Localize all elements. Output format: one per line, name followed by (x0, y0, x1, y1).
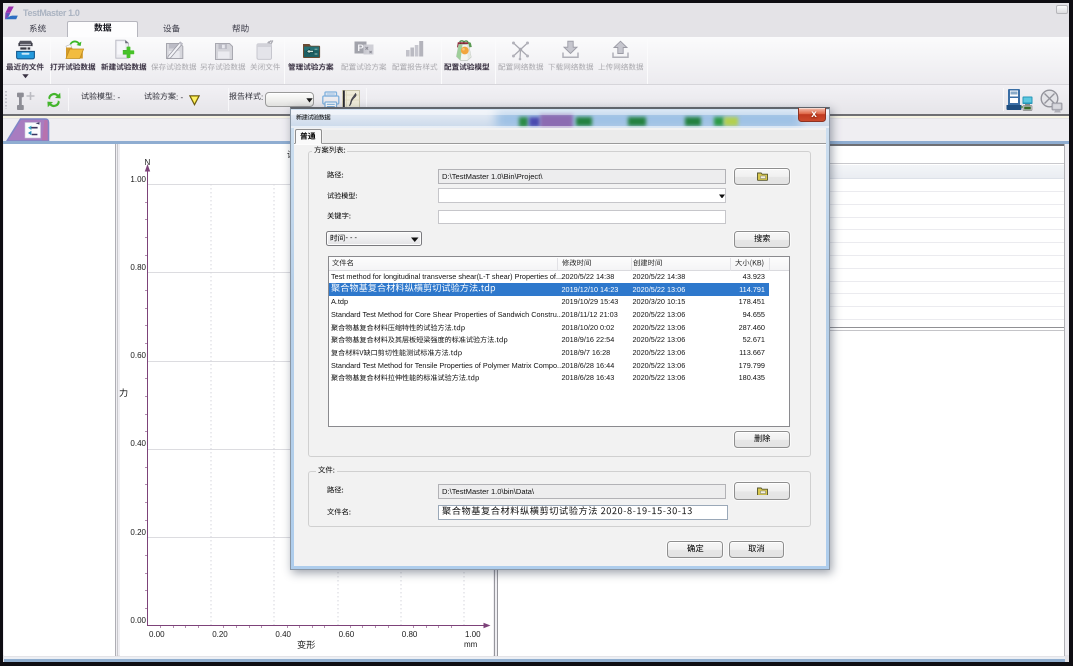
svg-text:P: P (357, 43, 364, 54)
